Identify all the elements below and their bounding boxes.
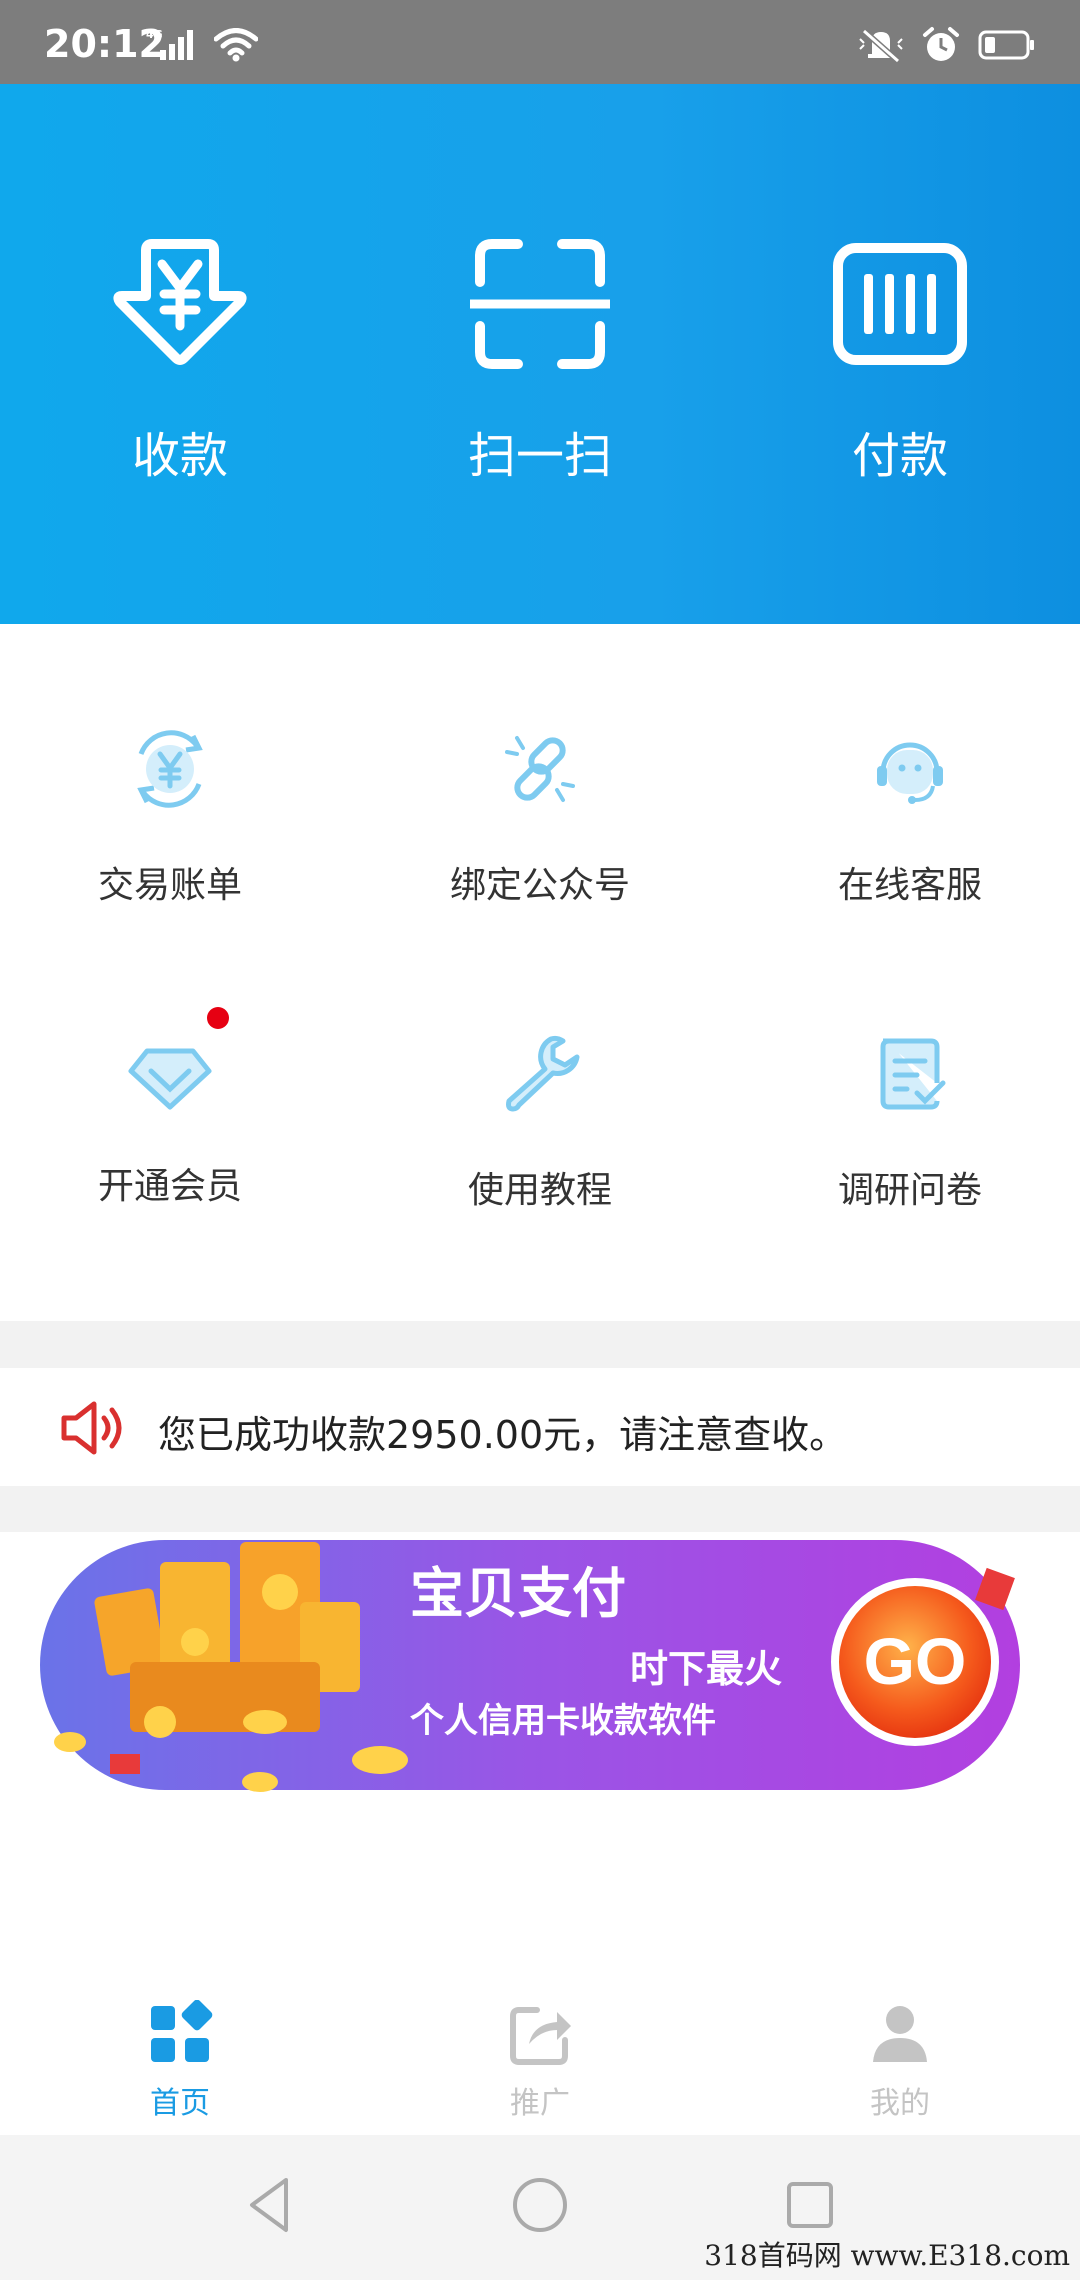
- section-divider: [0, 1486, 1080, 1532]
- share-icon: [510, 2007, 571, 2065]
- grid-item-bind-account[interactable]: 绑定公众号: [390, 724, 690, 908]
- status-bar: 20:12 4G: [0, 0, 1080, 84]
- section-divider: [0, 1321, 1080, 1368]
- home-circle-icon[interactable]: [505, 2170, 575, 2240]
- tab-mine[interactable]: 我的: [800, 2000, 1000, 2122]
- receive-yen-icon: [113, 239, 247, 365]
- feature-grid: 交易账单 绑定公众号 在线客服 开通会员 使用教程 调研问卷: [0, 624, 1080, 1321]
- recents-icon[interactable]: [775, 2170, 845, 2240]
- scan-icon: [470, 239, 610, 369]
- wifi-icon: [214, 28, 258, 62]
- go-label: GO: [864, 1624, 967, 1698]
- tab-home[interactable]: 首页: [80, 1999, 280, 2122]
- network-type: 4G: [146, 28, 163, 41]
- notice-text: 您已成功收款2950.00元，请注意查收。: [158, 1413, 848, 1457]
- wrench-icon: [506, 1035, 580, 1112]
- diamond-icon: [128, 1048, 212, 1110]
- grid-item-label: 使用教程: [467, 1170, 612, 1211]
- tab-promote-label: 推广: [510, 2086, 570, 2121]
- promo-banner[interactable]: 宝贝支付 时下最火 个人信用卡收款软件 GO: [40, 1532, 1040, 1802]
- payment-notice[interactable]: 您已成功收款2950.00元，请注意查收。: [0, 1368, 1080, 1486]
- receive-label: 收款: [131, 428, 228, 484]
- banner-title: 宝贝支付: [410, 1561, 626, 1625]
- grid-item-survey[interactable]: 调研问卷: [760, 1029, 1060, 1213]
- system-nav-bar: 318首码网 www.E318.com: [0, 2135, 1080, 2280]
- tab-home-label: 首页: [150, 2086, 210, 2121]
- banner-subtitle: 时下最火: [630, 1646, 782, 1691]
- grid-item-label: 调研问卷: [837, 1170, 982, 1211]
- vibrate-mute-icon: [859, 28, 903, 63]
- grid-item-label: 交易账单: [97, 865, 242, 906]
- scan-button[interactable]: 扫一扫: [430, 234, 650, 486]
- grid-item-label: 开通会员: [97, 1166, 242, 1207]
- pay-button[interactable]: 付款: [790, 234, 1010, 486]
- bill-yen-icon: [137, 730, 203, 808]
- hero-panel: 收款 扫一扫 付款: [0, 84, 1080, 624]
- notification-dot: [207, 1007, 229, 1029]
- headset-icon: [877, 742, 943, 804]
- watermark-text: 318首码网 www.E318.com: [704, 2239, 1070, 2272]
- receive-button[interactable]: 收款: [70, 234, 290, 486]
- survey-icon: [880, 1038, 946, 1110]
- signal-icon: 4G: [146, 28, 193, 60]
- pay-label: 付款: [851, 428, 948, 484]
- scan-label: 扫一扫: [467, 428, 612, 484]
- speaker-icon: [61, 1401, 122, 1455]
- grid-item-support[interactable]: 在线客服: [760, 724, 1060, 908]
- link-icon: [505, 736, 575, 802]
- grid-item-label: 在线客服: [837, 865, 982, 906]
- alarm-icon: [923, 27, 959, 61]
- grid-item-bill[interactable]: 交易账单: [20, 724, 320, 908]
- back-icon[interactable]: [236, 2170, 306, 2240]
- home-grid-icon: [151, 1999, 213, 2062]
- grid-item-label: 绑定公众号: [449, 865, 630, 906]
- promo-banner-art: 宝贝支付 时下最火 个人信用卡收款软件 GO: [40, 1540, 1020, 1792]
- banner-tagline: 个人信用卡收款软件: [410, 1701, 716, 1741]
- go-button[interactable]: GO: [831, 1578, 999, 1746]
- user-icon: [873, 2006, 927, 2062]
- battery-icon: [978, 30, 1034, 60]
- grid-item-tutorial[interactable]: 使用教程: [390, 1029, 690, 1213]
- bottom-nav: 首页 推广 我的: [0, 1980, 1080, 2135]
- tab-mine-label: 我的: [870, 2086, 930, 2121]
- barcode-icon: [833, 243, 967, 365]
- tab-promote[interactable]: 推广: [440, 2000, 640, 2122]
- grid-item-membership[interactable]: 开通会员: [20, 1007, 320, 1209]
